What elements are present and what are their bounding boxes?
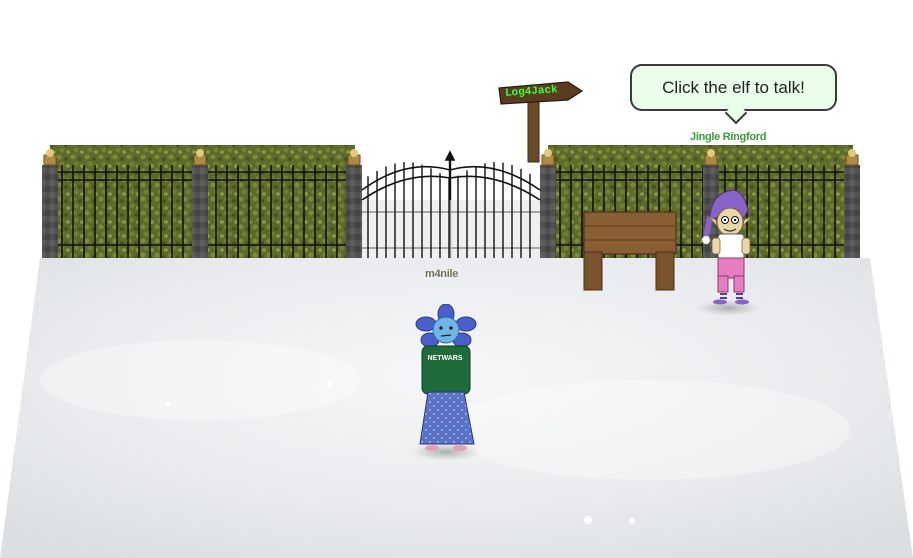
elf-npc[interactable] <box>700 188 760 306</box>
player-shirt-text: NETWARS <box>427 355 463 362</box>
player-avatar[interactable] <box>412 304 482 454</box>
npc-speech-text: Click the elf to talk! <box>662 77 805 97</box>
player-name-tag: m4nile <box>425 268 459 280</box>
game-scene[interactable]: Log4Jack NETWARS Click the elf to talk! … <box>0 0 913 558</box>
npc-name-tag: Jingle Ringford <box>690 131 767 143</box>
npc-speech-bubble[interactable]: Click the elf to talk! <box>630 64 837 111</box>
